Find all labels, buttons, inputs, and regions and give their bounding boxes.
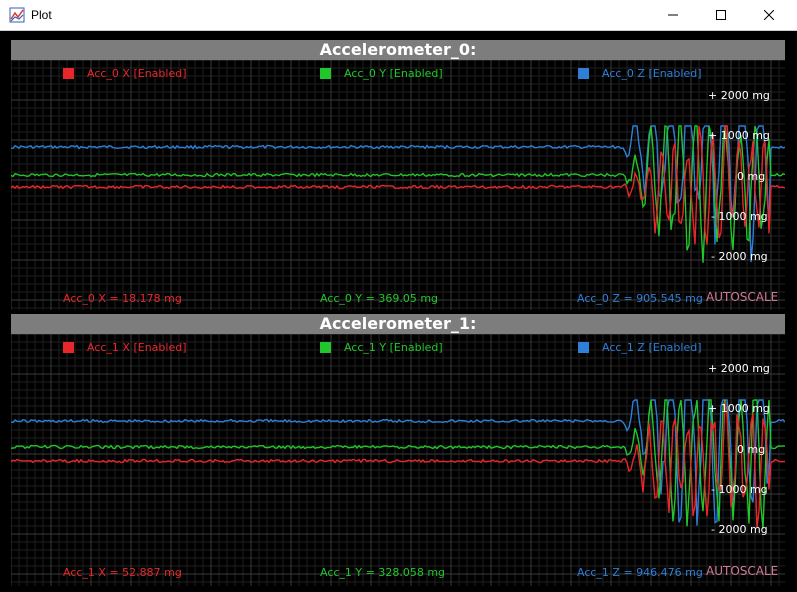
legend-x-swatch <box>63 68 74 79</box>
axis-label-minus-2000: - 2000 mg <box>711 250 768 263</box>
accelerometer-0-plot[interactable] <box>11 60 785 310</box>
axis-label-plus-2000: + 2000 mg <box>708 362 770 375</box>
autoscale-button[interactable]: AUTOSCALE <box>706 564 778 578</box>
trace-z <box>11 125 785 263</box>
axis-label-plus-2000: + 2000 mg <box>708 89 770 102</box>
close-icon <box>764 10 774 20</box>
plot-window: Plot Accelerometer_0: Acc_0 X [Enabled] <box>0 0 797 592</box>
title-bar[interactable]: Plot <box>0 0 797 31</box>
legend-y-swatch <box>320 68 331 79</box>
legend-x-label: Acc_1 X [Enabled] <box>87 341 187 354</box>
accelerometer-0-panel: Accelerometer_0: Acc_0 X [Enabled] Acc_0… <box>11 40 785 310</box>
legend-z-swatch <box>578 68 589 79</box>
autoscale-button[interactable]: AUTOSCALE <box>706 290 778 304</box>
readout-z: Acc_1 Z = 946.476 mg <box>577 566 703 579</box>
minimize-icon <box>668 14 678 16</box>
readout-y: Acc_0 Y = 369.05 mg <box>320 292 439 305</box>
chart-icon <box>9 7 25 23</box>
accelerometer-1-panel: Accelerometer_1: Acc_1 X [Enabled] Acc_1… <box>11 314 785 586</box>
axis-label-plus-1000: + 1000 mg <box>708 129 770 142</box>
readout-x: Acc_1 X = 52.887 mg <box>63 566 182 579</box>
panel-title: Accelerometer_1: <box>11 314 785 334</box>
axis-label-zero: 0 mg <box>737 170 766 183</box>
legend-z-label: Acc_1 Z [Enabled] <box>602 341 702 354</box>
maximize-button[interactable] <box>698 0 744 30</box>
readout-z: Acc_0 Z = 905.545 mg <box>577 292 703 305</box>
minimize-button[interactable] <box>650 0 696 30</box>
legend-z-swatch <box>578 342 589 353</box>
axis-label-minus-1000: - 1000 mg <box>711 210 768 223</box>
maximize-icon <box>716 10 726 20</box>
axis-label-minus-1000: - 1000 mg <box>711 483 768 496</box>
legend-y-label: Acc_1 Y [Enabled] <box>344 341 443 354</box>
axis-label-zero: 0 mg <box>737 443 766 456</box>
legend-x-label: Acc_0 X [Enabled] <box>87 67 187 80</box>
axis-label-minus-2000: - 2000 mg <box>711 523 768 536</box>
accelerometer-1-plot[interactable] <box>11 334 785 586</box>
legend-z-label: Acc_0 Z [Enabled] <box>602 67 702 80</box>
legend-x-swatch <box>63 342 74 353</box>
legend-y-label: Acc_0 Y [Enabled] <box>344 67 443 80</box>
window-title: Plot <box>31 8 52 22</box>
legend-y-swatch <box>320 342 331 353</box>
axis-label-plus-1000: + 1000 mg <box>708 402 770 415</box>
close-button[interactable] <box>746 0 792 30</box>
panel-title: Accelerometer_0: <box>11 40 785 60</box>
readout-y: Acc_1 Y = 328.058 mg <box>320 566 446 579</box>
readout-x: Acc_0 X = 18.178 mg <box>63 292 182 305</box>
